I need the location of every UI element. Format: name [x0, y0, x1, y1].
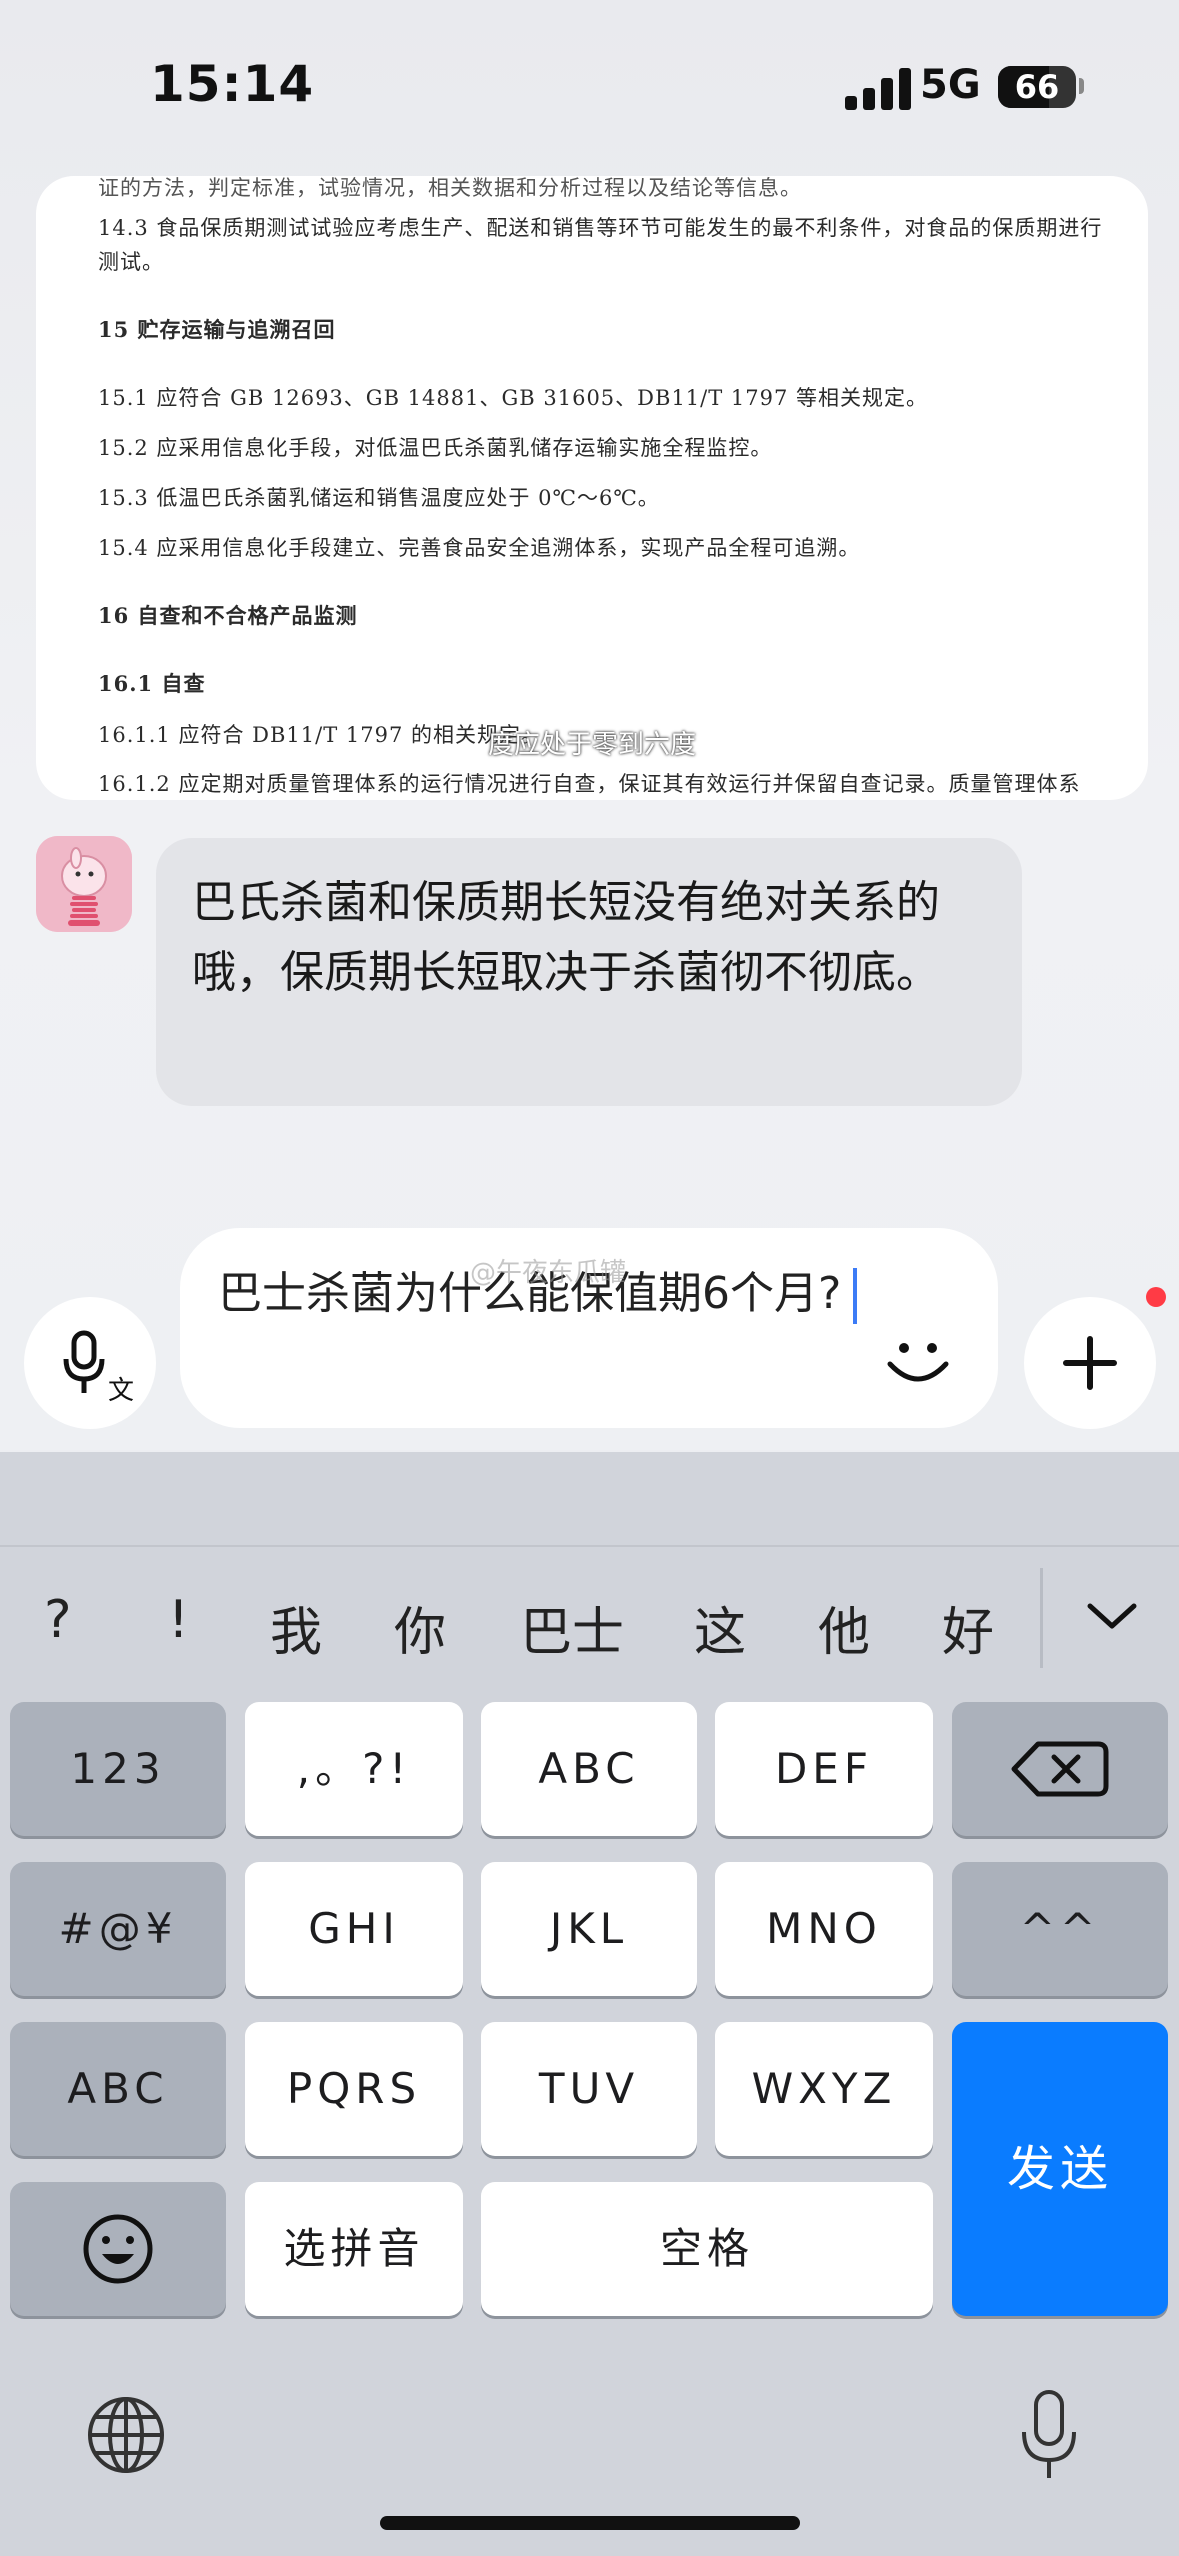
- candidate-word[interactable]: 你: [394, 1590, 446, 1665]
- key-tuv[interactable]: TUV: [481, 2022, 697, 2156]
- chevron-down-icon[interactable]: [1084, 1596, 1140, 1636]
- key-def[interactable]: DEF: [715, 1702, 933, 1836]
- doc-line: 14.3 食品保质期测试试验应考虑生产、配送和销售等环节可能发生的最不利条件，对…: [98, 216, 1103, 240]
- doc-section-heading: 16 自查和不合格产品监测: [98, 603, 358, 628]
- battery-icon: 66: [998, 66, 1076, 108]
- candidate-word[interactable]: 我: [270, 1590, 322, 1665]
- watermark-text: @午夜东瓜罐: [470, 1258, 627, 1288]
- document-image-card[interactable]: 证的方法，判定标准，试验情况，相关数据和分析过程以及结论等信息。 14.3 食品…: [36, 176, 1148, 800]
- doc-line: 15.3 低温巴氏杀菌乳储运和销售温度应处于 0℃～6℃。: [98, 486, 660, 510]
- doc-section-heading: 15 贮存运输与追溯召回: [98, 317, 336, 342]
- key-ghi[interactable]: GHI: [245, 1862, 463, 1996]
- doc-line: 15.1 应符合 GB 12693、GB 14881、GB 31605、DB11…: [98, 386, 929, 410]
- add-attachment-button[interactable]: [1024, 1297, 1156, 1429]
- key-wxyz[interactable]: WXYZ: [715, 2022, 933, 2156]
- message-input[interactable]: 巴士杀菌为什么能保值期6个月? @午夜东瓜罐: [180, 1228, 998, 1428]
- key-symbols[interactable]: #@¥: [10, 1862, 226, 1996]
- doc-line: 16.1.2 应定期对质量管理体系的运行情况进行自查，保证其有效运行并保留自查记…: [98, 772, 1081, 796]
- key-123[interactable]: 123: [10, 1702, 226, 1836]
- backspace-icon: [1011, 1741, 1109, 1797]
- text-caret: [853, 1268, 858, 1324]
- dictation-mic-icon[interactable]: [1014, 2388, 1084, 2484]
- emoji-icon: [83, 2214, 153, 2284]
- key-mno[interactable]: MNO: [715, 1862, 933, 1996]
- notification-dot: [1146, 1287, 1166, 1307]
- emoji-key[interactable]: [10, 2182, 226, 2316]
- rabbit-spring-avatar-icon: [36, 836, 132, 932]
- backspace-key[interactable]: [952, 1702, 1168, 1836]
- doc-line: 证的方法，判定标准，试验情况，相关数据和分析过程以及结论等信息。: [98, 176, 802, 200]
- keyboard-divider: [0, 1545, 1179, 1547]
- emoji-button[interactable]: [878, 1320, 958, 1400]
- key-abc-switch[interactable]: ABC: [10, 2022, 226, 2156]
- bot-avatar[interactable]: [36, 836, 132, 932]
- status-time: 15:14: [150, 55, 315, 113]
- key-jkl[interactable]: JKL: [481, 1862, 697, 1996]
- doc-line: 15.4 应采用信息化手段建立、完善食品安全追溯体系，实现产品全程可追溯。: [98, 536, 861, 560]
- cellular-signal-icon: [845, 66, 913, 110]
- smile-icon: [887, 1343, 949, 1382]
- key-pqrs[interactable]: PQRS: [245, 2022, 463, 2156]
- battery-level: 66: [1014, 68, 1060, 106]
- network-type: 5G: [920, 62, 981, 108]
- svg-text:文: 文: [108, 1376, 134, 1406]
- bot-message-bubble[interactable]: 巴氏杀菌和保质期长短没有绝对关系的哦，保质期长短取决于杀菌彻不彻底。: [156, 838, 1022, 1106]
- send-key[interactable]: 发送: [952, 2022, 1168, 2316]
- globe-icon[interactable]: [84, 2393, 168, 2477]
- voice-translate-icon: 文: [63, 1330, 134, 1406]
- candidate-word[interactable]: 这: [694, 1590, 746, 1665]
- space-key[interactable]: 空格: [481, 2182, 933, 2316]
- doc-subsection-heading: 16.1 自查: [98, 671, 206, 696]
- key-emoticon[interactable]: ^^: [952, 1862, 1168, 1996]
- candidate-word[interactable]: 巴士: [520, 1590, 624, 1665]
- candidate-word[interactable]: 他: [818, 1590, 870, 1665]
- doc-line: 15.2 应采用信息化手段，对低温巴氏杀菌乳储存运输实施全程监控。: [98, 436, 773, 460]
- key-abc[interactable]: ABC: [481, 1702, 697, 1836]
- key-punctuation[interactable]: ,。?!: [245, 1702, 463, 1836]
- doc-line: 测试。: [98, 250, 164, 274]
- candidate-word[interactable]: !: [168, 1590, 189, 1650]
- plus-icon: [1063, 1336, 1117, 1390]
- candidate-word[interactable]: ?: [44, 1590, 72, 1650]
- voice-translate-button[interactable]: 文: [24, 1297, 156, 1429]
- battery-tip: [1079, 78, 1084, 94]
- select-pinyin-key[interactable]: 选拼音: [245, 2182, 463, 2316]
- candidate-separator: [1040, 1568, 1043, 1668]
- home-indicator[interactable]: [380, 2516, 800, 2530]
- candidate-word[interactable]: 好: [942, 1590, 994, 1665]
- image-caption: 度应处于零到六度: [487, 730, 696, 760]
- bot-message-text: 巴氏杀菌和保质期长短没有绝对关系的哦，保质期长短取决于杀菌彻不彻底。: [192, 877, 940, 998]
